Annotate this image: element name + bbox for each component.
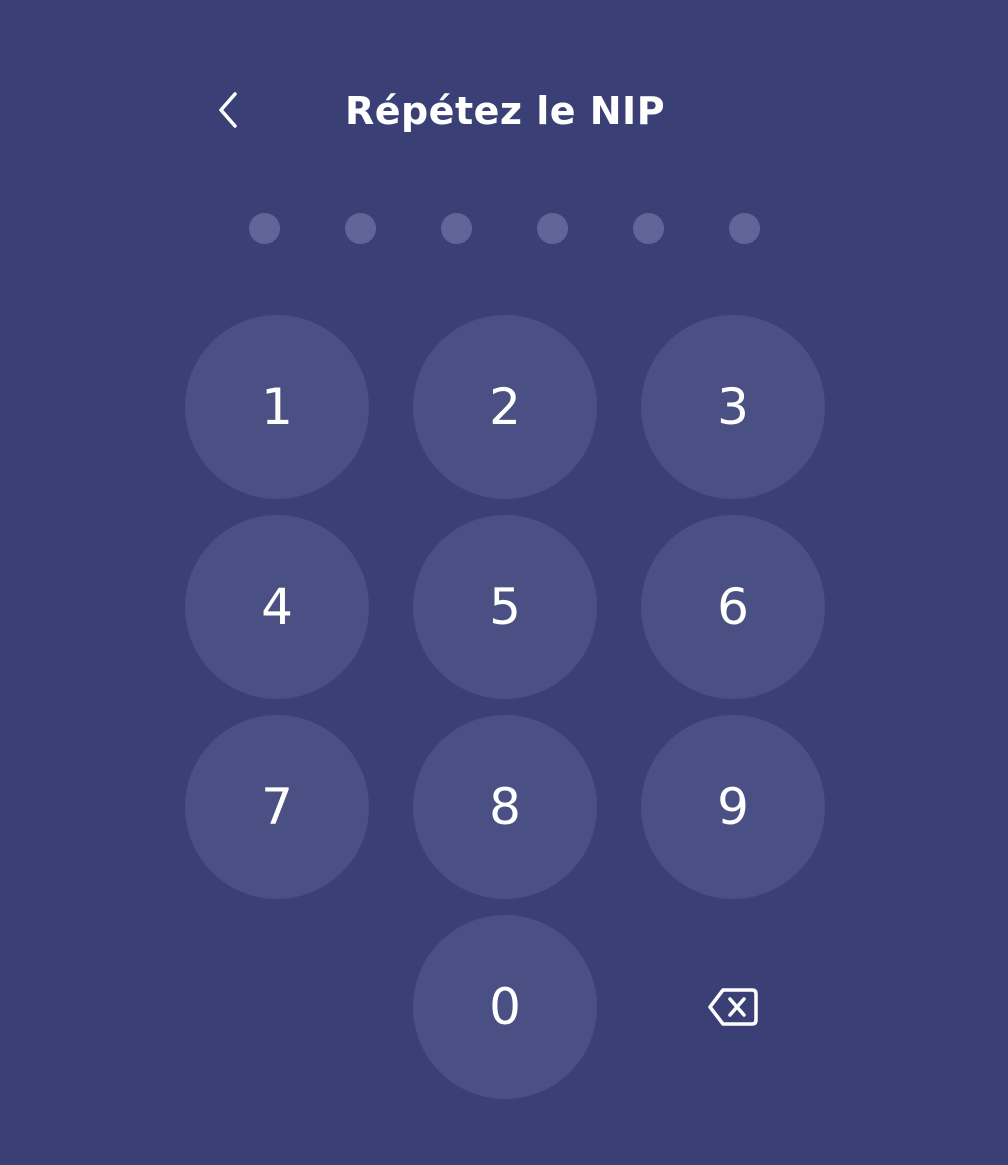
key-3[interactable]: 3 (641, 315, 825, 499)
key-label: 8 (489, 778, 521, 836)
key-label: 7 (261, 778, 293, 836)
key-1[interactable]: 1 (185, 315, 369, 499)
key-4[interactable]: 4 (185, 515, 369, 699)
key-label: 4 (261, 578, 293, 636)
delete-button[interactable] (641, 915, 825, 1099)
keypad: 1 2 3 4 5 6 7 8 9 0 (0, 0, 1008, 1165)
key-9[interactable]: 9 (641, 715, 825, 899)
key-0[interactable]: 0 (413, 915, 597, 1099)
key-6[interactable]: 6 (641, 515, 825, 699)
key-8[interactable]: 8 (413, 715, 597, 899)
key-label: 2 (489, 378, 521, 436)
key-label: 6 (717, 578, 749, 636)
key-2[interactable]: 2 (413, 315, 597, 499)
key-7[interactable]: 7 (185, 715, 369, 899)
key-label: 3 (717, 378, 749, 436)
backspace-icon (708, 988, 758, 1026)
key-label: 5 (489, 578, 521, 636)
key-5[interactable]: 5 (413, 515, 597, 699)
key-label: 0 (489, 978, 521, 1036)
key-label: 1 (261, 378, 293, 436)
key-label: 9 (717, 778, 749, 836)
